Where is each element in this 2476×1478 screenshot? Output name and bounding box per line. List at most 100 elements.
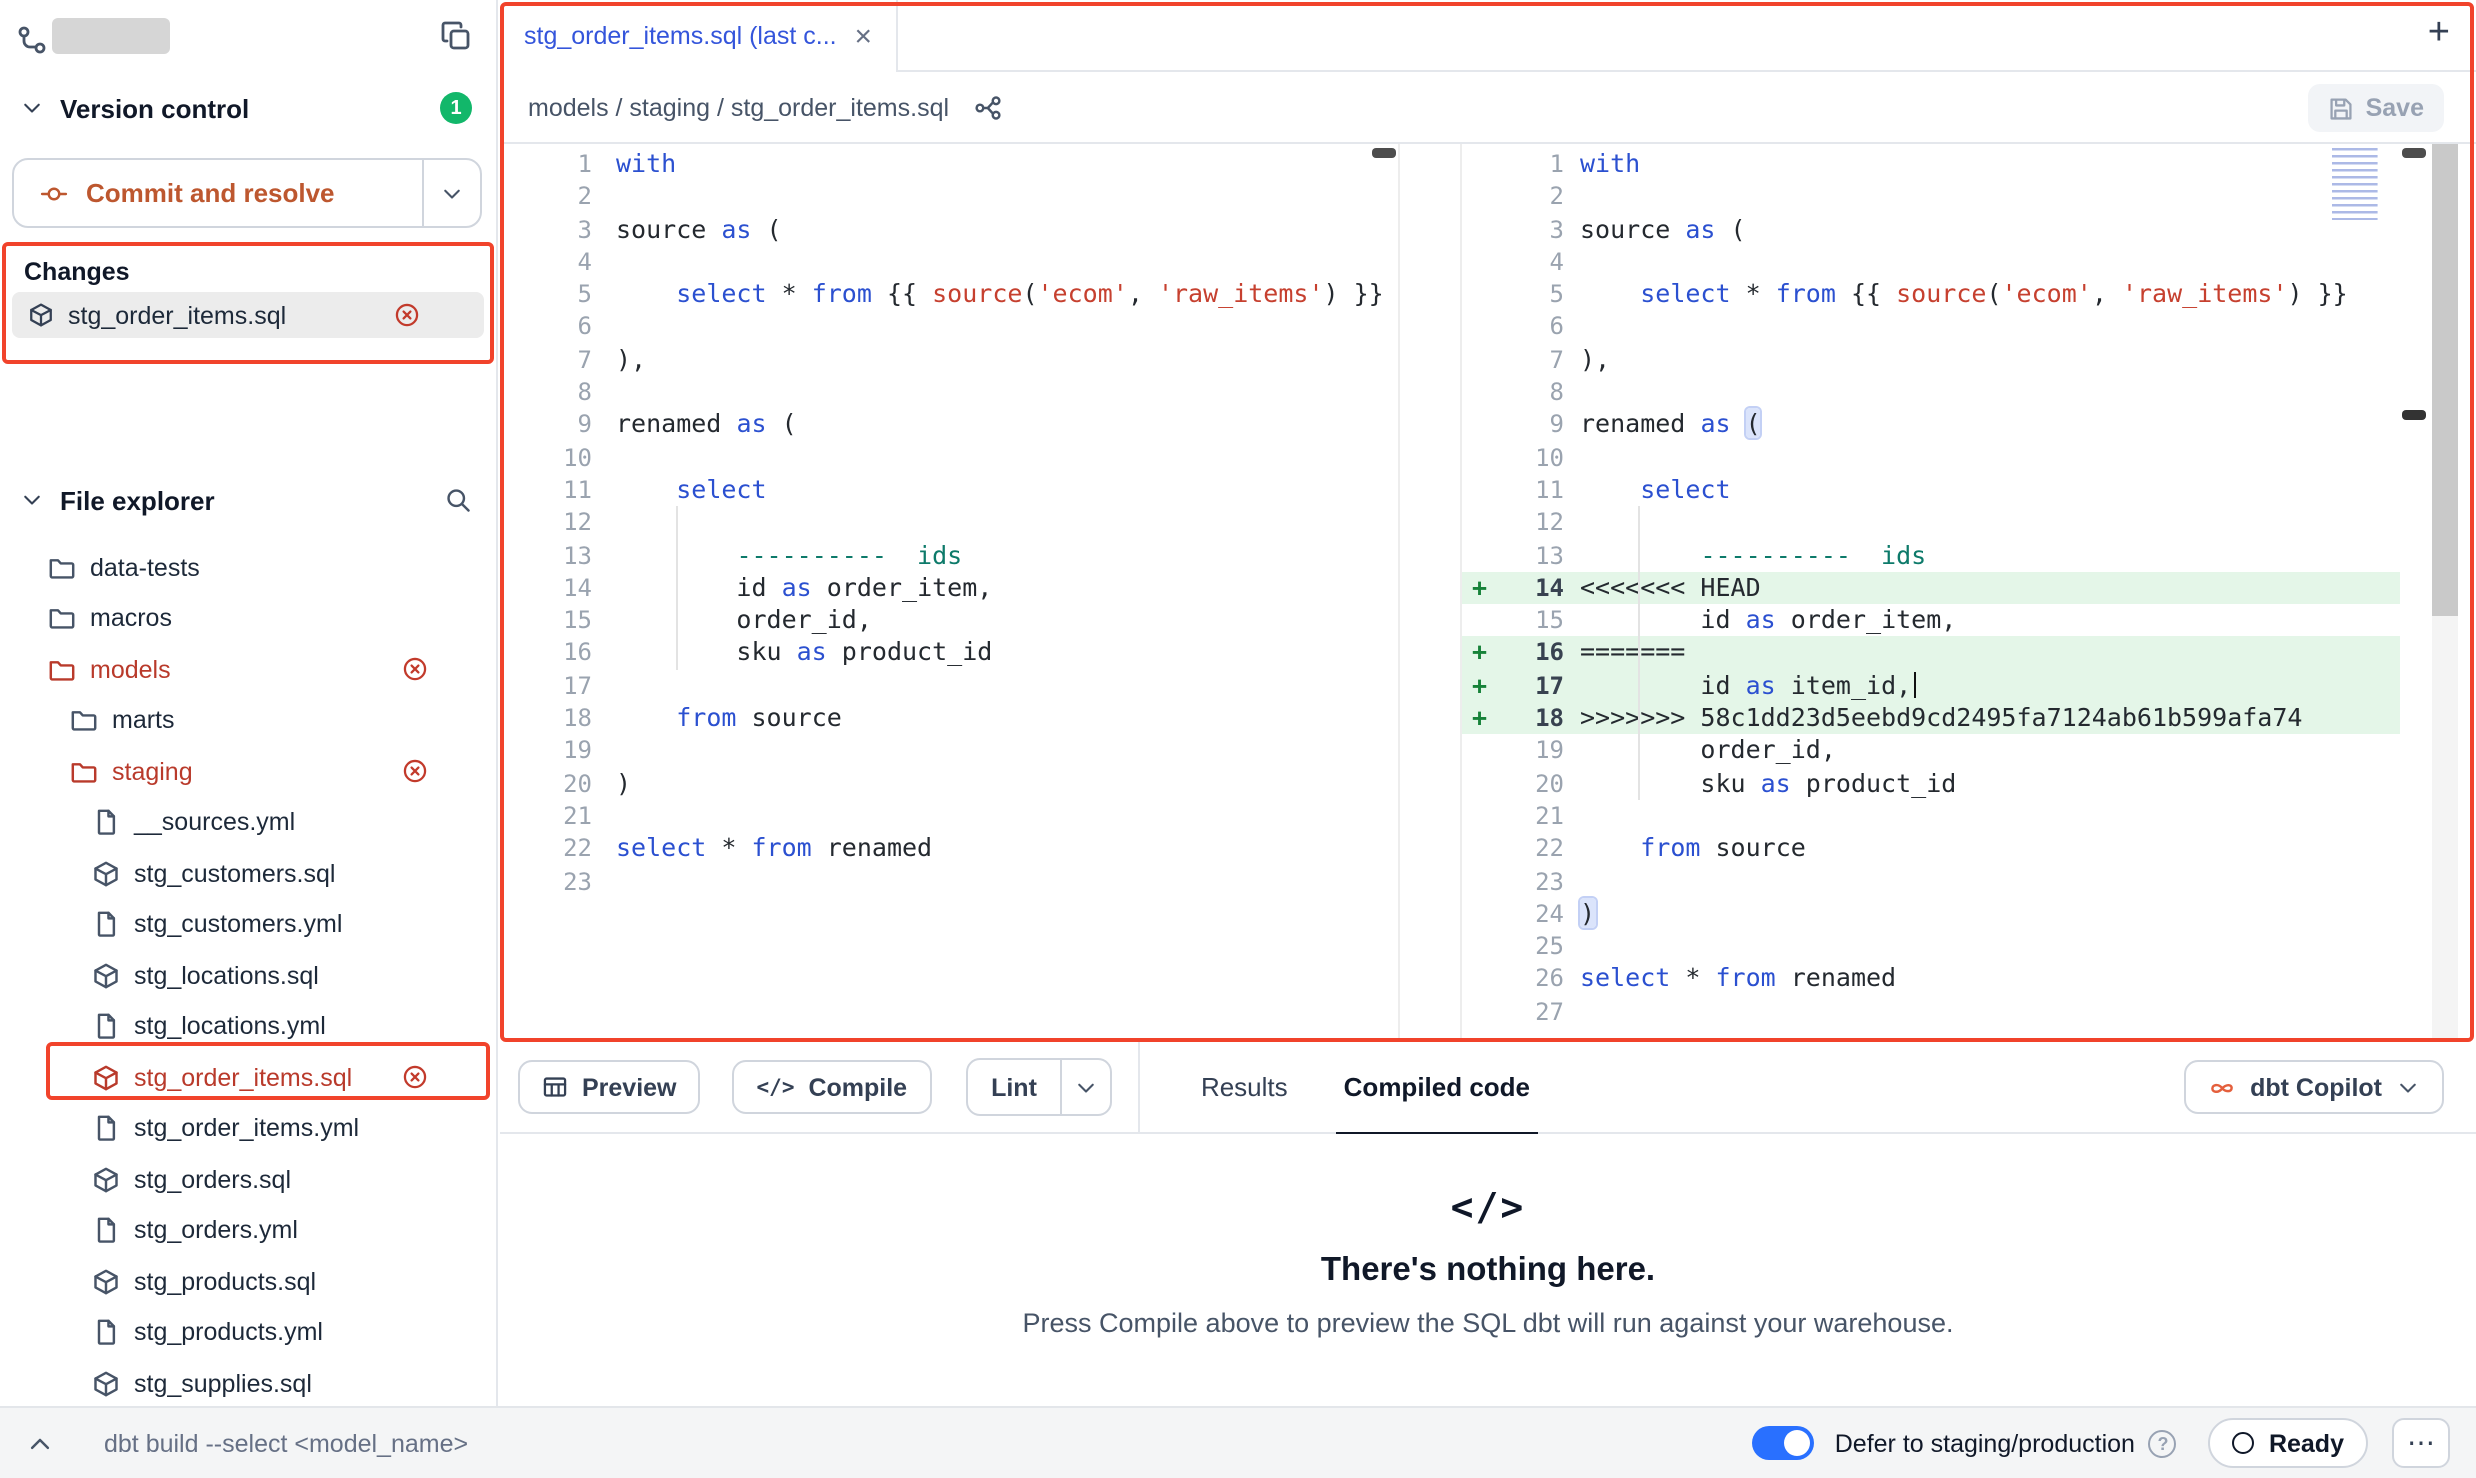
file-tree-item[interactable]: marts [0,695,496,746]
code-line[interactable]: 21 [500,800,1398,833]
code-text[interactable]: id as item_id, [1564,670,1916,700]
code-line[interactable]: 15 id as order_item, [1462,604,2400,637]
line-number[interactable]: 3 [500,213,592,246]
command-input[interactable]: dbt build --select <model_name> [104,1429,468,1457]
code-text[interactable]: select [592,474,767,504]
code-line[interactable]: 1with [1462,148,2400,181]
line-number[interactable]: 15 [1502,604,1564,637]
tab-stg-order-items[interactable]: stg_order_items.sql (last c... × [500,0,898,72]
file-tree-item[interactable]: stg_locations.sql [0,950,496,1001]
line-number[interactable]: 19 [500,735,592,768]
line-number[interactable]: 7 [1502,344,1564,377]
code-text[interactable] [592,865,616,895]
ready-status-button[interactable]: Ready [2209,1418,2368,1468]
code-text[interactable]: ---------- ids [592,539,962,569]
code-line[interactable]: 27 [1462,995,2400,1028]
code-line[interactable]: 7), [500,344,1398,377]
line-number[interactable]: 3 [1502,213,1564,246]
code-line[interactable]: 5 select * from {{ source('ecom', 'raw_i… [500,278,1398,311]
code-line[interactable]: 22 from source [1462,832,2400,865]
file-tree-item[interactable]: __sources.yml [0,797,496,848]
code-line[interactable]: 11 select [1462,474,2400,507]
code-line[interactable]: 25 [1462,930,2400,963]
code-line[interactable]: 4 [500,246,1398,279]
code-line[interactable]: 13 ---------- ids [500,539,1398,572]
code-text[interactable] [1564,246,1580,276]
code-line[interactable]: +16======= [1462,637,2400,670]
code-text[interactable]: ) [1564,898,1595,928]
new-tab-button[interactable]: + [2428,12,2450,56]
code-line[interactable]: 5 select * from {{ source('ecom', 'raw_i… [1462,278,2400,311]
line-number[interactable]: 12 [1502,507,1564,540]
line-number[interactable]: 14 [1502,572,1564,605]
line-number[interactable]: 10 [1502,441,1564,474]
code-text[interactable] [592,246,616,276]
code-text[interactable]: select [1564,474,1731,504]
line-number[interactable]: 13 [1502,539,1564,572]
line-number[interactable]: 11 [1502,474,1564,507]
editor-pane-original[interactable]: 1with23source as (45 select * from {{ so… [500,144,1400,1042]
line-number[interactable]: 13 [500,539,592,572]
code-line[interactable]: 11 select [500,474,1398,507]
code-line[interactable]: 21 [1462,800,2400,833]
code-line[interactable]: 7), [1462,344,2400,377]
line-number[interactable]: 22 [1502,832,1564,865]
code-text[interactable]: with [1564,148,1640,178]
code-text[interactable]: select * from renamed [1564,963,1896,993]
lint-dropdown-button[interactable] [1061,1060,1111,1114]
line-number[interactable]: 27 [1502,995,1564,1028]
line-number[interactable]: 15 [500,604,592,637]
code-text[interactable] [1564,995,1580,1025]
line-number[interactable]: 21 [1502,800,1564,833]
line-number[interactable]: 20 [1502,767,1564,800]
code-text[interactable]: source as ( [1564,213,1746,243]
line-number[interactable]: 23 [500,865,592,898]
line-number[interactable]: 9 [500,409,592,442]
save-button[interactable]: Save [2308,84,2444,132]
conflict-icon[interactable] [402,759,428,785]
code-text[interactable] [592,670,616,700]
code-line[interactable]: 18 from source [500,702,1398,735]
code-text[interactable] [592,735,616,765]
search-icon[interactable] [444,486,472,514]
minimap[interactable] [2332,148,2392,220]
code-line[interactable]: +14<<<<<<< HEAD [1462,572,2400,605]
code-line[interactable]: 9renamed as ( [500,409,1398,442]
code-line[interactable]: 14 id as order_item, [500,572,1398,605]
code-line[interactable]: 16 sku as product_id [500,637,1398,670]
code-text[interactable]: >>>>>>> 58c1dd23d5eebd9cd2495fa7124ab61b… [1564,702,2302,732]
code-line[interactable]: 1with [500,148,1398,181]
line-number[interactable]: 20 [500,767,592,800]
code-text[interactable] [592,376,616,406]
close-icon[interactable]: × [854,21,872,51]
line-number[interactable]: 10 [500,441,592,474]
code-text[interactable] [1564,507,1580,537]
code-line[interactable]: 6 [500,311,1398,344]
file-tree-item[interactable]: stg_order_items.sql [0,1052,496,1103]
code-text[interactable]: select * from renamed [592,832,932,862]
line-number[interactable]: 18 [500,702,592,735]
help-icon[interactable]: ? [2149,1429,2177,1457]
conflict-icon[interactable] [394,302,420,328]
code-line[interactable]: 22select * from renamed [500,832,1398,865]
scrollbar-thumb[interactable] [2432,144,2458,616]
code-line[interactable]: 17 [500,670,1398,703]
defer-toggle[interactable] [1753,1426,1815,1460]
code-text[interactable] [1564,865,1580,895]
code-text[interactable]: select * from {{ source('ecom', 'raw_ite… [1564,278,2348,308]
code-text[interactable] [1564,376,1580,406]
code-text[interactable]: renamed as ( [592,409,797,439]
file-tree-item[interactable]: models [0,644,496,695]
code-line[interactable]: 23 [1462,865,2400,898]
code-text[interactable]: select * from {{ source('ecom', 'raw_ite… [592,278,1384,308]
code-line[interactable]: +17 id as item_id, [1462,670,2400,703]
file-tree-item[interactable]: stg_supplies.sql [0,1358,496,1409]
changed-file-item[interactable]: stg_order_items.sql [12,292,484,338]
file-tree-item[interactable]: stg_orders.sql [0,1154,496,1205]
line-number[interactable]: 11 [500,474,592,507]
line-number[interactable]: 6 [1502,311,1564,344]
code-line[interactable]: 2 [500,181,1398,214]
line-number[interactable]: 19 [1502,735,1564,768]
code-text[interactable]: renamed as ( [1564,409,1761,439]
file-tree-item[interactable]: macros [0,593,496,644]
